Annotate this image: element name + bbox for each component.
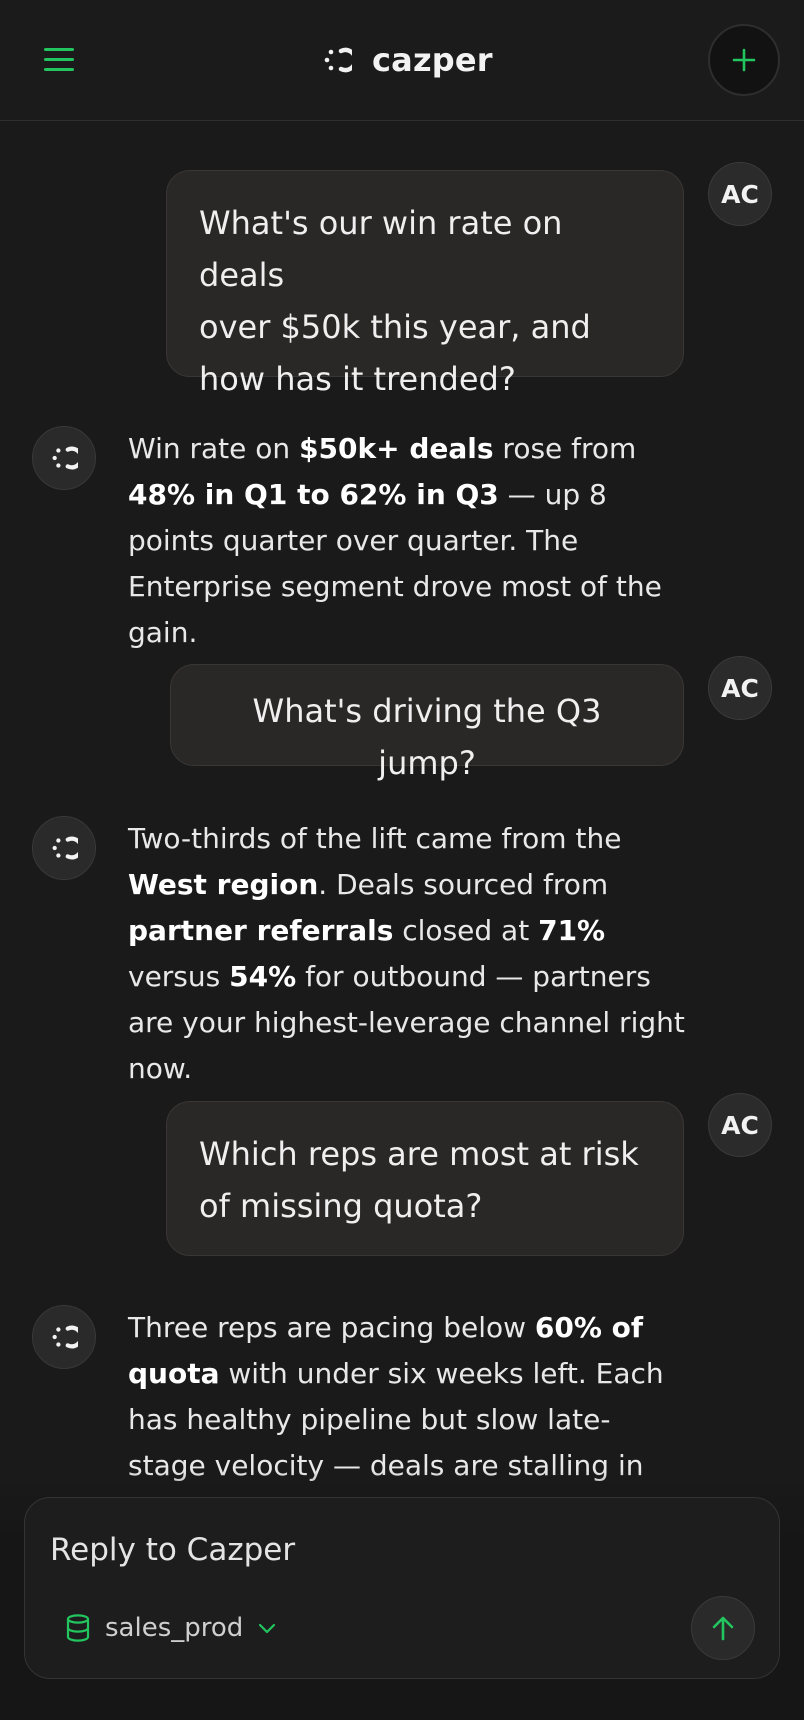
database-selector[interactable]: sales_prod	[65, 1608, 277, 1648]
message-text: Win rate on	[128, 432, 300, 465]
message-text: versus	[128, 960, 230, 993]
cazper-logo-icon	[52, 836, 78, 860]
assistant-message: Two-thirds of the lift came from the Wes…	[128, 816, 688, 1092]
message-highlight: $50k+ deals	[299, 432, 494, 465]
plus-icon	[732, 48, 756, 72]
chevron-down-icon	[259, 1623, 276, 1634]
assistant-avatar	[32, 1305, 96, 1369]
user-message: Which reps are most at risk of missing q…	[166, 1101, 684, 1256]
message-line: how has it trended?	[199, 360, 516, 398]
message-text: . Deals sourced from	[318, 868, 609, 901]
message-text: closed at	[393, 914, 539, 947]
database-label: sales_prod	[105, 1613, 244, 1643]
reply-input[interactable]: Reply to Cazper	[50, 1528, 650, 1572]
send-button[interactable]	[691, 1596, 755, 1660]
message-highlight: partner referrals	[128, 914, 394, 947]
brand: cazper	[322, 38, 493, 82]
assistant-message: Three reps are pacing below 60% of quota…	[128, 1305, 688, 1489]
new-chat-button[interactable]	[708, 24, 780, 96]
user-avatar: AC	[708, 1093, 772, 1157]
hamburger-menu-icon[interactable]	[40, 44, 80, 76]
message-line: Which reps are most at risk	[199, 1135, 639, 1173]
message-line: What's driving the Q3 jump?	[252, 692, 602, 782]
user-avatar: AC	[708, 162, 772, 226]
assistant-avatar	[32, 426, 96, 490]
message-text: rose from	[493, 432, 637, 465]
database-icon	[66, 1614, 90, 1642]
user-avatar: AC	[708, 656, 772, 720]
user-message: What's driving the Q3 jump?	[170, 664, 684, 782]
message-highlight: 54%	[229, 960, 297, 993]
assistant-message: Win rate on $50k+ deals rose from 48% in…	[128, 426, 688, 656]
assistant-avatar	[32, 816, 96, 880]
message-thread[interactable]: What's our win rate on deals over $50k t…	[0, 121, 804, 1501]
brand-name: cazper	[372, 41, 493, 79]
message-text: Three reps are pacing below	[128, 1311, 535, 1344]
message-line: over $50k this year, and	[199, 308, 591, 346]
message-highlight: West region	[128, 868, 319, 901]
chat-app: cazper What's our win rate on deals over…	[0, 0, 804, 1720]
reply-composer: Reply to Cazper sales_prod	[24, 1497, 780, 1679]
message-line: What's our win rate on deals	[199, 204, 563, 294]
top-bar: cazper	[0, 0, 804, 121]
cazper-logo-icon	[324, 47, 352, 73]
message-highlight: 48% in Q1 to 62% in Q3	[128, 478, 499, 511]
message-highlight: 71%	[538, 914, 606, 947]
arrow-up-icon	[712, 1616, 734, 1641]
cazper-logo-icon	[52, 446, 78, 470]
cazper-logo-icon	[52, 1325, 78, 1349]
message-line: of missing quota?	[199, 1187, 483, 1225]
message-text: Two-thirds of the lift came from the	[128, 822, 622, 855]
user-message: What's our win rate on deals over $50k t…	[166, 170, 684, 398]
